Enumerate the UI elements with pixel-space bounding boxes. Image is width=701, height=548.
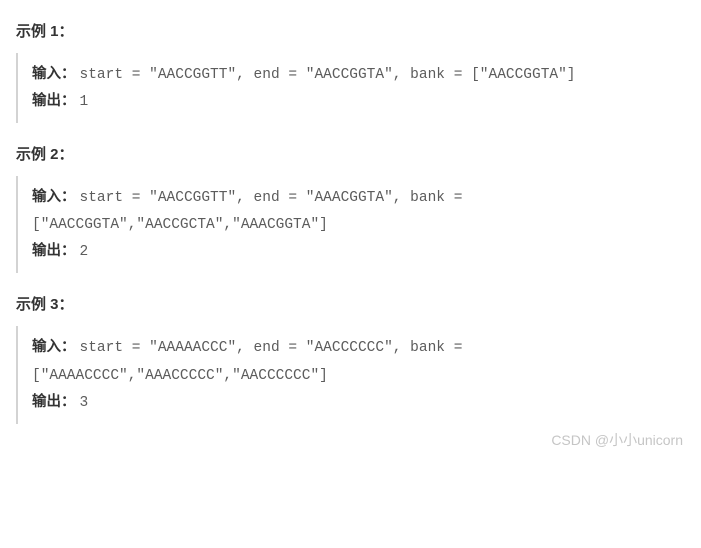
- example-1-input-line: 输入： start = "AACCGGTT", end = "AACCGGTA"…: [32, 61, 671, 88]
- example-1-block: 输入： start = "AACCGGTT", end = "AACCGGTA"…: [16, 53, 685, 123]
- example-3-title: 示例 3：: [16, 293, 685, 314]
- example-2-block: 输入： start = "AACCGGTT", end = "AAACGGTA"…: [16, 176, 685, 273]
- example-2-input-label: 输入：: [32, 189, 76, 205]
- example-2-output-line: 输出： 2: [32, 238, 671, 265]
- example-2-input-line: 输入： start = "AACCGGTT", end = "AAACGGTA"…: [32, 184, 671, 238]
- example-3-output-line: 输出： 3: [32, 389, 671, 416]
- example-3-block: 输入： start = "AAAAACCC", end = "AACCCCCC"…: [16, 326, 685, 423]
- example-2-input-code: start = "AACCGGTT", end = "AAACGGTA", ba…: [32, 190, 462, 233]
- example-2-output-label: 输出：: [32, 243, 76, 259]
- example-2-output-code: 2: [80, 244, 89, 260]
- example-3-input-code: start = "AAAAACCC", end = "AACCCCCC", ba…: [32, 340, 462, 383]
- example-3-input-line: 输入： start = "AAAAACCC", end = "AACCCCCC"…: [32, 334, 671, 388]
- example-1-output-line: 输出： 1: [32, 88, 671, 115]
- example-1-input-label: 输入：: [32, 66, 76, 82]
- example-3-output-code: 3: [80, 395, 89, 411]
- example-3-output-label: 输出：: [32, 394, 76, 410]
- watermark: CSDN @小小unicorn: [551, 430, 683, 450]
- example-1-input-code: start = "AACCGGTT", end = "AACCGGTA", ba…: [80, 67, 576, 83]
- example-1-title: 示例 1：: [16, 20, 685, 41]
- example-2-title: 示例 2：: [16, 143, 685, 164]
- example-1-output-code: 1: [80, 94, 89, 110]
- example-3-input-label: 输入：: [32, 339, 76, 355]
- example-1-output-label: 输出：: [32, 93, 76, 109]
